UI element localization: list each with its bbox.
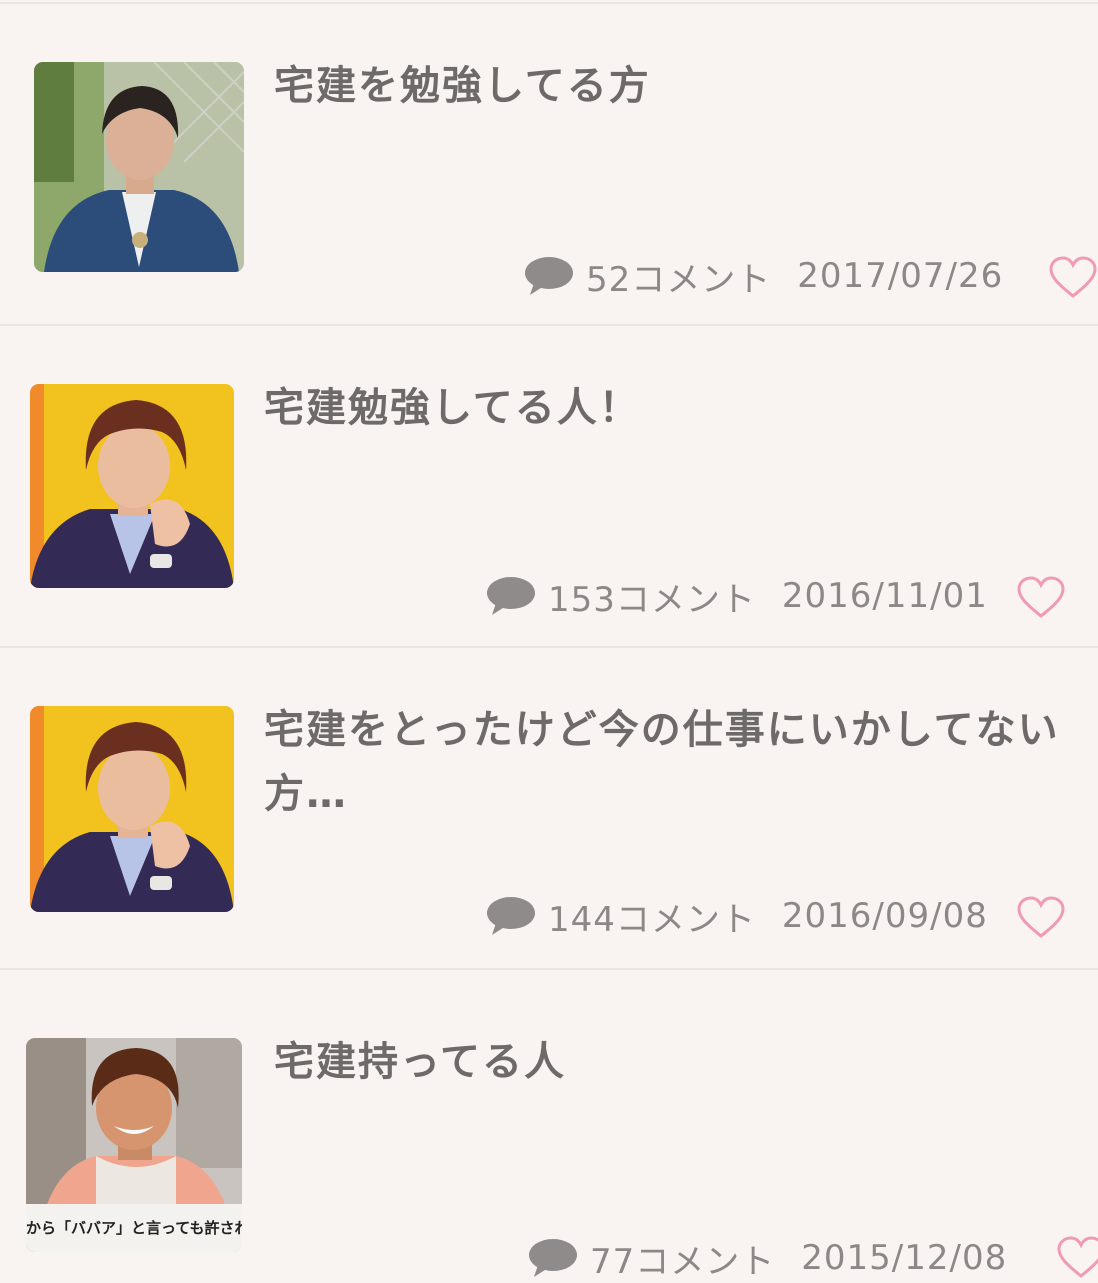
person-photo-image	[30, 384, 234, 588]
heart-icon[interactable]	[1016, 576, 1066, 620]
topic-thumbnail	[30, 706, 234, 912]
topic-thumbnail: から「ババア」と言っても許され	[26, 1038, 242, 1252]
speech-bubble-icon	[525, 257, 573, 295]
comment-count: 77コメント	[590, 1241, 776, 1282]
topic-title[interactable]: 宅建持ってる人	[274, 1030, 1054, 1094]
topic-item[interactable]: 宅建を勉強してる方 52コメント 2017/07/26	[0, 4, 1098, 324]
topic-item[interactable]: 宅建をとったけど今の仕事にいかしてない方… 144コメント 2016/09/08	[0, 648, 1098, 968]
heart-icon[interactable]	[1056, 1236, 1098, 1280]
comment-count: 153コメント	[548, 579, 756, 620]
topic-list: 宅建を勉強してる方 52コメント 2017/07/26 宅建勉強してる人！ 15…	[0, 0, 1098, 1282]
heart-icon[interactable]	[1048, 256, 1098, 300]
comment-count: 144コメント	[548, 899, 756, 940]
topic-thumbnail	[30, 384, 234, 588]
speech-bubble-icon	[487, 897, 535, 935]
topic-title[interactable]: 宅建をとったけど今の仕事にいかしてない方…	[264, 698, 1064, 826]
speech-bubble-icon	[487, 577, 535, 615]
topic-meta: 52コメント 2017/07/26	[524, 254, 1004, 300]
heart-icon[interactable]	[1016, 896, 1066, 940]
post-date: 2016/11/01	[781, 576, 988, 616]
comment-count: 52コメント	[586, 259, 772, 300]
topic-title[interactable]: 宅建を勉強してる方	[274, 54, 1054, 118]
speech-bubble-icon	[529, 1239, 577, 1277]
post-date: 2015/12/08	[801, 1238, 1008, 1278]
topic-title[interactable]: 宅建勉強してる人！	[264, 376, 1044, 440]
topic-item[interactable]: から「ババア」と言っても許され 宅建持ってる人 77コメント 2015/12/0…	[0, 970, 1098, 1282]
topic-meta: 153コメント 2016/11/01	[486, 574, 988, 620]
person-photo-image	[34, 62, 244, 272]
topic-item[interactable]: 宅建勉強してる人！ 153コメント 2016/11/01	[0, 326, 1098, 646]
topic-thumbnail	[34, 62, 244, 272]
topic-meta: 144コメント 2016/09/08	[486, 894, 988, 940]
post-date: 2017/07/26	[797, 256, 1004, 296]
post-date: 2016/09/08	[781, 896, 988, 936]
topic-meta: 77コメント 2015/12/08	[528, 1236, 1008, 1282]
thumbnail-caption: から「ババア」と言っても許され	[26, 1219, 242, 1237]
person-photo-image	[30, 706, 234, 912]
